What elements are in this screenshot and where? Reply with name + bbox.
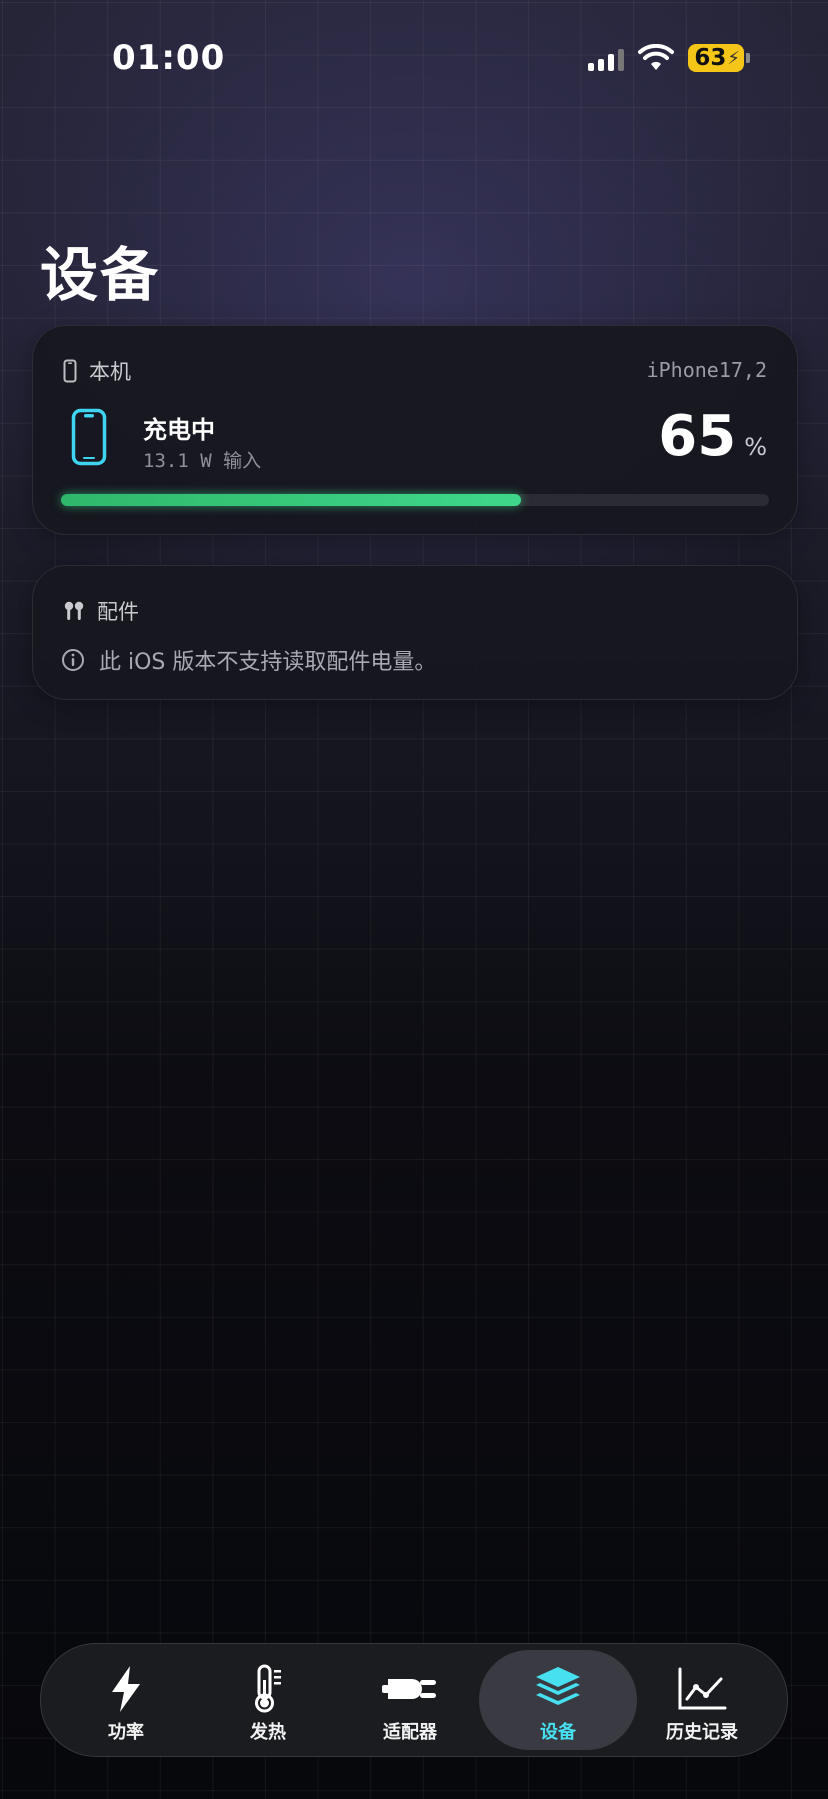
status-icons: 63 ⚡ — [588, 44, 750, 72]
chart-icon — [678, 1667, 727, 1710]
charge-state: 充电中 — [143, 416, 215, 444]
battery-level: 63 — [694, 45, 727, 71]
tab-label: 适配器 — [383, 1722, 437, 1743]
wifi-icon — [638, 44, 675, 70]
airpods-icon — [64, 601, 84, 620]
charge-power: 13.1 W 输入 — [143, 450, 262, 472]
info-icon — [62, 649, 84, 671]
tab-bar: 功率 发热 适配器 设备 历史记录 — [40, 1643, 788, 1757]
plug-icon — [382, 1679, 436, 1699]
battery-percent-value: 65 — [658, 404, 737, 469]
tab-devices[interactable]: 设备 — [479, 1650, 637, 1750]
battery-percent-unit: % — [744, 433, 767, 461]
accessories-card: 配件 此 iOS 版本不支持读取配件电量。 — [32, 565, 798, 700]
phone-icon — [71, 408, 107, 466]
battery-progress-fill — [61, 494, 522, 506]
battery-progress-track — [61, 494, 769, 506]
battery-indicator: 63 ⚡ — [688, 44, 750, 72]
cellular-signal-icon — [588, 45, 625, 71]
tab-power[interactable]: 功率 — [55, 1650, 197, 1750]
tab-label: 设备 — [540, 1722, 576, 1743]
bolt-icon — [112, 1666, 140, 1712]
charging-bolt-icon: ⚡ — [727, 47, 740, 69]
layers-icon — [536, 1667, 580, 1705]
device-model: iPhone17,2 — [646, 358, 767, 382]
tab-adapter[interactable]: 适配器 — [339, 1650, 481, 1750]
battery-percent: 65 % — [658, 404, 767, 469]
status-time: 01:00 — [112, 38, 226, 78]
tab-label: 历史记录 — [666, 1722, 738, 1743]
accessories-message: 此 iOS 版本不支持读取配件电量。 — [99, 650, 437, 675]
device-card-label: 本机 — [89, 360, 131, 384]
accessories-card-label: 配件 — [97, 600, 139, 624]
thermometer-icon — [255, 1664, 281, 1713]
phone-small-icon — [63, 359, 77, 383]
tab-history[interactable]: 历史记录 — [631, 1650, 773, 1750]
device-card: 本机 iPhone17,2 充电中 13.1 W 输入 65 % — [32, 325, 798, 535]
tab-label: 功率 — [108, 1722, 144, 1743]
tab-label: 发热 — [250, 1722, 286, 1743]
page-title: 设备 — [40, 241, 161, 309]
tab-heat[interactable]: 发热 — [197, 1650, 339, 1750]
